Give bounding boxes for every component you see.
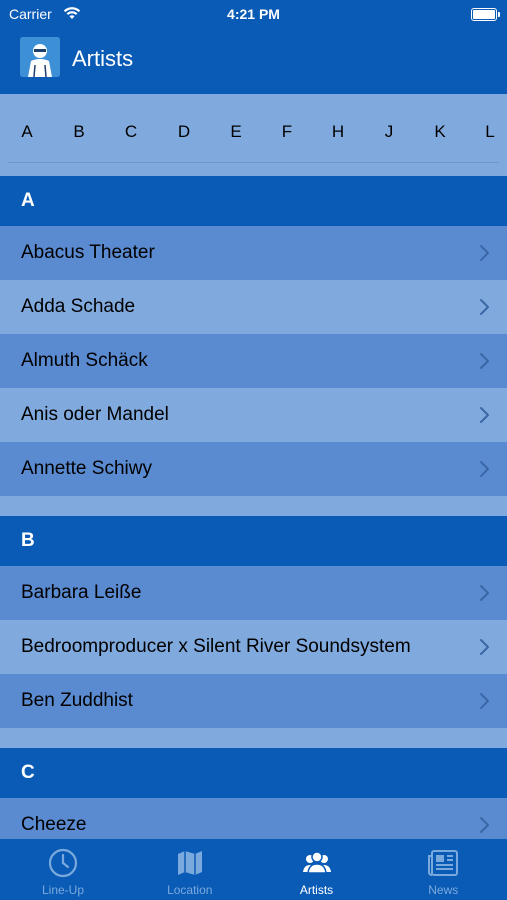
artist-name: Ben Zuddhist [21, 690, 133, 711]
chevron-right-icon [479, 692, 491, 710]
tab-label: Line-Up [41, 883, 85, 897]
index-letter-c[interactable]: C [119, 122, 143, 142]
app-logo [20, 37, 60, 77]
tab-label: Location [167, 883, 213, 897]
tab-artists[interactable]: Artists [254, 839, 380, 900]
index-letter-l[interactable]: L [478, 122, 502, 142]
tab-label: News [428, 883, 459, 897]
tab-news[interactable]: News [380, 839, 506, 900]
nav-bar: Artists [0, 28, 507, 94]
index-letter-h[interactable]: H [326, 122, 350, 142]
artist-name: Cheeze [21, 814, 87, 835]
alphabet-index: ABCDEFHJKL [0, 94, 507, 176]
clock-time: 4:21 PM [227, 6, 280, 22]
newspaper-icon [426, 848, 459, 878]
artist-row[interactable]: Anis oder Mandel [0, 388, 507, 442]
tab-label: Artists [299, 883, 334, 897]
chevron-right-icon [479, 638, 491, 656]
artist-row[interactable]: Ben Zuddhist [0, 674, 507, 728]
index-letter-k[interactable]: K [428, 122, 452, 142]
artist-name: Almuth Schäck [21, 350, 148, 371]
section-header-a: A [0, 176, 507, 226]
people-icon [300, 848, 331, 878]
index-letter-e[interactable]: E [224, 122, 248, 142]
section-header-c: C [0, 748, 507, 798]
section-header-label: A [21, 190, 35, 211]
alphabet-index-letters: ABCDEFHJKL [0, 122, 507, 146]
chevron-right-icon [479, 460, 491, 478]
chevron-right-icon [479, 244, 491, 262]
chevron-right-icon [479, 584, 491, 602]
artist-name: Barbara Leiße [21, 582, 142, 603]
artist-name: Anis oder Mandel [21, 404, 169, 425]
artist-row[interactable]: Annette Schiwy [0, 442, 507, 496]
section-spacer [0, 728, 507, 748]
index-letter-a[interactable]: A [15, 122, 39, 142]
artist-name: Adda Schade [21, 296, 136, 317]
chevron-right-icon [479, 298, 491, 316]
index-letter-d[interactable]: D [172, 122, 196, 142]
tab-location[interactable]: Location [127, 839, 253, 900]
artist-row[interactable]: Bedroomproducer x Silent River Soundsyst… [0, 620, 507, 674]
artist-row[interactable]: Barbara Leiße [0, 566, 507, 620]
section-header-label: B [21, 530, 35, 551]
chevron-right-icon [479, 352, 491, 370]
artist-name: Abacus Theater [21, 242, 155, 263]
artist-row[interactable]: Adda Schade [0, 280, 507, 334]
artist-name: Bedroomproducer x Silent River Soundsyst… [21, 636, 411, 657]
index-letter-f[interactable]: F [275, 122, 299, 142]
section-spacer [0, 496, 507, 516]
artist-name: Annette Schiwy [21, 458, 152, 479]
chevron-right-icon [479, 816, 491, 834]
section-header-b: B [0, 516, 507, 566]
tab-line-up[interactable]: Line-Up [0, 839, 126, 900]
page-title: Artists [72, 46, 134, 71]
index-letter-b[interactable]: B [67, 122, 91, 142]
divider [8, 162, 499, 163]
status-bar: Carrier 4:21 PM [0, 0, 507, 28]
clock-icon [48, 848, 78, 878]
artist-row[interactable]: Almuth Schäck [0, 334, 507, 388]
artist-row[interactable]: Cheeze [0, 798, 507, 839]
index-letter-j[interactable]: J [377, 122, 401, 142]
artist-list[interactable]: A Abacus Theater Adda Schade Almuth Schäck A… [0, 176, 507, 839]
artist-row[interactable]: Abacus Theater [0, 226, 507, 280]
section-header-label: C [21, 762, 35, 783]
tab-bar: Line-Up Location Artists News [0, 839, 507, 900]
battery-icon [471, 8, 500, 21]
map-icon [175, 848, 205, 878]
chevron-right-icon [479, 406, 491, 424]
